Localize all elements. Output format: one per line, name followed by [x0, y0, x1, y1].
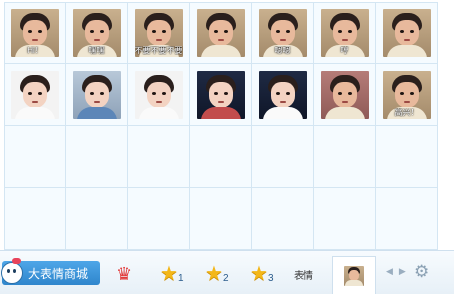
- sticker-image: [72, 70, 121, 119]
- sticker-image: [258, 70, 307, 119]
- sticker-cell: [314, 126, 376, 188]
- sticker-cell: [66, 126, 128, 188]
- sticker-image: 嗯嗯: [258, 9, 307, 57]
- star-icon: ★: [205, 263, 223, 285]
- sticker-cell[interactable]: Hi！: [4, 2, 66, 64]
- sticker-image: 高兴！: [382, 70, 431, 119]
- sticker-cell[interactable]: [376, 2, 438, 64]
- sticker-cell: [128, 126, 190, 188]
- sticker-cell[interactable]: [66, 64, 128, 126]
- sticker-cell: [314, 188, 376, 250]
- sticker-image: [382, 9, 431, 57]
- star-level-3-button[interactable]: ★ 3: [250, 263, 274, 285]
- sticker-cell: [190, 126, 252, 188]
- vip-crown-button[interactable]: ♛: [116, 263, 132, 285]
- sticker-shop-button[interactable]: 大表情商城: [0, 258, 100, 286]
- star-level-2-button[interactable]: ★ 2: [205, 263, 229, 285]
- sticker-cell[interactable]: [128, 64, 190, 126]
- sticker-image: [11, 70, 59, 119]
- sticker-cell: [252, 188, 314, 250]
- sticker-caption: 哼: [340, 46, 349, 55]
- sticker-image: 哼: [320, 9, 369, 57]
- sticker-cell[interactable]: 嘿嘿: [66, 2, 128, 64]
- sticker-caption: 嘿嘿: [88, 46, 105, 55]
- sticker-caption: 不要不要不要: [134, 46, 183, 55]
- sticker-image: [134, 70, 183, 119]
- crown-icon: ♛: [116, 263, 133, 284]
- sticker-cell: [376, 126, 438, 188]
- sticker-caption: 嗯嗯: [274, 46, 291, 55]
- star-icon: ★: [250, 263, 268, 285]
- sticker-cell: [128, 188, 190, 250]
- sticker-caption: Hi！: [27, 46, 43, 55]
- sticker-image: 嘿嘿: [72, 9, 121, 57]
- sticker-caption: 高兴！: [394, 107, 419, 117]
- sticker-cell[interactable]: 嗯嗯: [252, 2, 314, 64]
- star-level-1-button[interactable]: ★ 1: [160, 263, 184, 285]
- sticker-cell: [252, 126, 314, 188]
- sticker-cell: [190, 188, 252, 250]
- sticker-image: [196, 9, 245, 57]
- pack-pager: ◀ ▶: [386, 266, 406, 277]
- sticker-cell: [4, 126, 66, 188]
- star-level-label: 3: [267, 272, 274, 284]
- sticker-cell[interactable]: [252, 64, 314, 126]
- sticker-image: [196, 70, 245, 119]
- star-level-label: 1: [177, 272, 184, 284]
- sticker-shop-label: 大表情商城: [28, 266, 89, 281]
- small-sticker-pack-button[interactable]: 表情: [294, 263, 313, 285]
- sticker-cell[interactable]: [190, 2, 252, 64]
- sticker-cell[interactable]: [314, 64, 376, 126]
- star-icon: ★: [160, 263, 178, 285]
- pack-thumbnail: [344, 265, 364, 286]
- sticker-cell: [376, 188, 438, 250]
- sticker-cell[interactable]: 哼: [314, 2, 376, 64]
- sticker-cell[interactable]: 高兴！: [376, 64, 438, 126]
- sticker-cell[interactable]: [190, 64, 252, 126]
- sticker-image: Hi！: [11, 9, 59, 57]
- next-page-button[interactable]: ▶: [399, 266, 406, 277]
- small-pack-label: 表情: [294, 270, 313, 282]
- star-level-label: 2: [222, 272, 229, 284]
- settings-gear-icon[interactable]: ⚙: [414, 262, 429, 282]
- mascot-icon: [0, 258, 24, 286]
- sticker-image: [320, 70, 369, 119]
- sticker-cell[interactable]: 不要不要不要: [128, 2, 190, 64]
- sticker-cell[interactable]: [4, 64, 66, 126]
- sticker-image: 不要不要不要: [134, 9, 183, 57]
- prev-page-button[interactable]: ◀: [386, 266, 393, 277]
- current-sticker-pack-tab[interactable]: [332, 256, 376, 294]
- sticker-cell: [4, 188, 66, 250]
- sticker-grid: Hi！ 嘿嘿 不要不要不要 嗯嗯 哼高兴！: [4, 2, 438, 250]
- sticker-cell: [66, 188, 128, 250]
